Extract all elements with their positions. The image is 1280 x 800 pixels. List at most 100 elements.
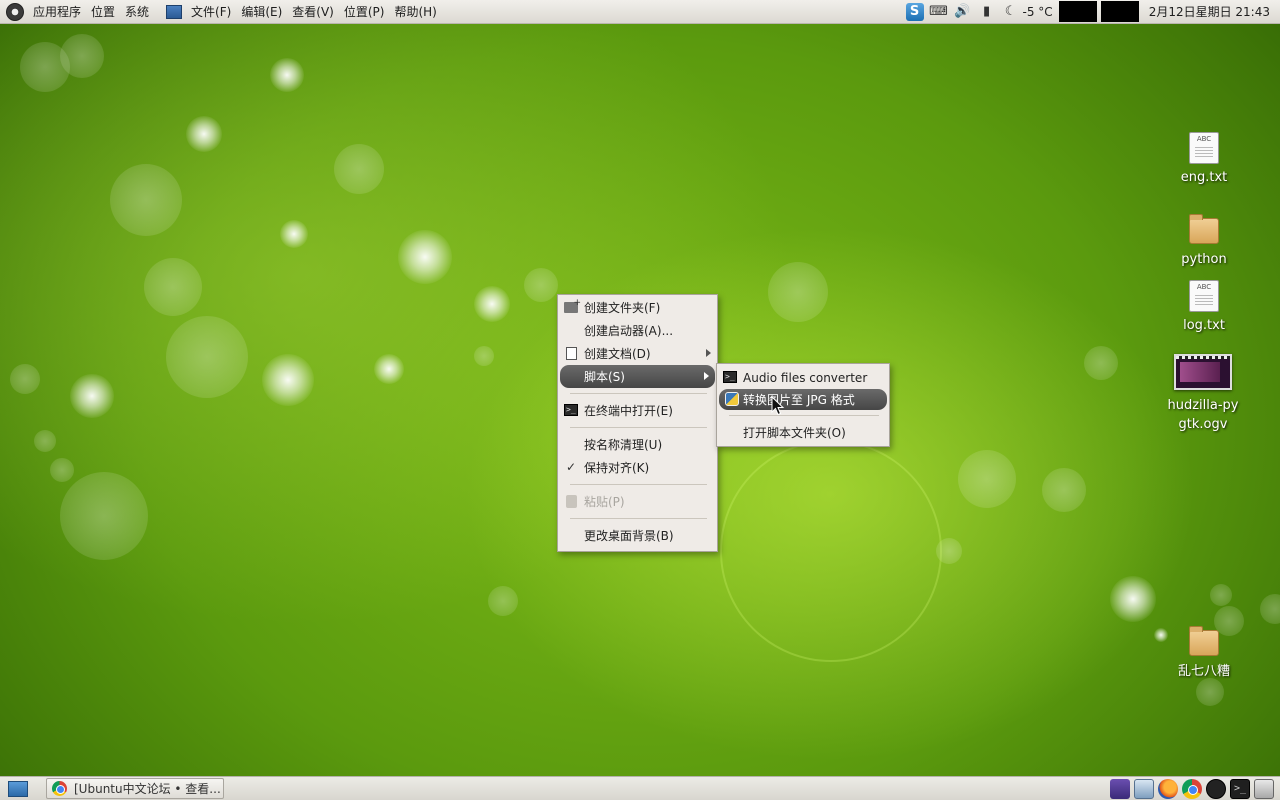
folder-icon	[1189, 214, 1219, 244]
bokeh-decoration	[50, 458, 74, 482]
menu-item-convert-to-jpg[interactable]: 转换图片至 JPG 格式	[719, 389, 887, 410]
bokeh-decoration	[1110, 576, 1156, 622]
scripts-submenu: >_ Audio files converter 转换图片至 JPG 格式 打开…	[716, 363, 890, 447]
menu-item-scripts[interactable]: 脚本(S)	[560, 365, 715, 388]
system-monitor-graph[interactable]	[1058, 1, 1097, 22]
desktop-icon-label: 乱七八糟	[1177, 664, 1230, 679]
nautilus-window-icon	[166, 4, 183, 19]
desktop-context-menu: 创建文件夹(F) 创建启动器(A)... 创建文档(D) 脚本(S) >_ 在终…	[557, 294, 718, 552]
menu-item-label: 更改桌面背景(B)	[584, 529, 674, 543]
bokeh-decoration	[1042, 468, 1086, 512]
desktop-icon-label: eng.txt	[1180, 170, 1228, 185]
paste-icon	[564, 494, 578, 508]
bokeh-decoration	[374, 354, 404, 384]
ubuntu-logo-icon[interactable]	[6, 2, 24, 21]
firefox-icon[interactable]	[1158, 778, 1178, 799]
bokeh-decoration	[768, 262, 828, 322]
menu-item-open-in-terminal[interactable]: >_ 在终端中打开(E)	[558, 399, 717, 422]
taskbar-window-title: [Ubuntu中文论坛 • 查看...	[74, 782, 221, 796]
app-launcher-icon[interactable]	[1110, 778, 1130, 799]
network-signal-icon[interactable]: ▮	[978, 3, 996, 21]
bokeh-decoration	[1196, 678, 1224, 706]
menu-file[interactable]: 文件(F)	[186, 0, 236, 24]
weather-temperature[interactable]: -5 °C	[1023, 0, 1057, 24]
menu-system[interactable]: 系统	[120, 0, 154, 24]
menu-separator	[729, 415, 879, 416]
desktop-icon-hudzilla-pygtk-ogv[interactable]: hudzilla-pygtk.ogv	[1158, 354, 1248, 434]
text-file-icon: ABC	[1189, 132, 1219, 164]
submenu-arrow-icon	[704, 372, 709, 380]
screenshot-launcher-icon[interactable]	[1134, 778, 1154, 799]
system-tray: S ⌨ 🔊 ▮ ☾ -5 °C 2月12日星期日 21:43	[903, 0, 1280, 24]
new-folder-icon	[564, 298, 581, 314]
system-monitor-graph[interactable]	[1100, 1, 1139, 22]
menu-separator	[570, 427, 707, 428]
video-file-icon	[1174, 354, 1232, 390]
menu-item-label: 创建文件夹(F)	[584, 301, 661, 315]
menu-help[interactable]: 帮助(H)	[389, 0, 441, 24]
moon-weather-icon[interactable]: ☾	[1002, 3, 1020, 21]
desktop-icon-label: hudzilla-pygtk.ogv	[1167, 398, 1239, 432]
bokeh-decoration	[60, 472, 148, 560]
checkmark-icon: ✓	[565, 460, 577, 474]
menu-item-audio-files-converter[interactable]: >_ Audio files converter	[717, 366, 889, 389]
desktop-icon-luanqibazao[interactable]: 乱七八糟	[1162, 626, 1246, 681]
bokeh-decoration	[10, 364, 40, 394]
launcher-area: >_	[1108, 778, 1280, 799]
bokeh-decoration	[1260, 594, 1280, 624]
menu-edit[interactable]: 编辑(E)	[236, 0, 287, 24]
chrome-launcher-icon[interactable]	[1182, 778, 1202, 799]
volume-icon[interactable]: 🔊	[954, 3, 972, 21]
menu-applications[interactable]: 应用程序	[28, 0, 86, 24]
menu-view[interactable]: 查看(V)	[287, 0, 339, 24]
menu-item-label: 打开脚本文件夹(O)	[743, 426, 846, 440]
app-launcher-icon[interactable]	[1206, 778, 1226, 799]
keyboard-icon[interactable]: ⌨	[929, 3, 948, 21]
bokeh-decoration	[262, 354, 314, 406]
bokeh-decoration	[720, 440, 942, 662]
menu-item-label: 创建启动器(A)...	[584, 324, 674, 338]
menu-item-label: 在终端中打开(E)	[584, 404, 673, 418]
submenu-arrow-icon	[706, 349, 711, 357]
desktop-icon-label: log.txt	[1183, 318, 1225, 333]
taskbar-window-button[interactable]: [Ubuntu中文论坛 • 查看...	[46, 778, 224, 799]
bokeh-decoration	[20, 42, 70, 92]
bokeh-decoration	[70, 374, 114, 418]
desktop-icon-python[interactable]: python	[1162, 214, 1246, 269]
desktop-icon-label: python	[1181, 252, 1227, 267]
chrome-icon	[52, 781, 67, 796]
menu-go[interactable]: 位置(P)	[339, 0, 390, 24]
show-desktop-icon[interactable]	[8, 780, 28, 797]
python-icon	[725, 392, 739, 406]
bokeh-decoration	[936, 538, 962, 564]
bokeh-decoration	[1084, 346, 1118, 380]
clock[interactable]: 2月12日星期日 21:43	[1141, 3, 1280, 20]
input-method-icon[interactable]: S	[905, 2, 924, 21]
menu-item-label: 粘贴(P)	[584, 495, 625, 509]
menu-item-create-document[interactable]: 创建文档(D)	[558, 342, 717, 365]
menu-item-create-folder[interactable]: 创建文件夹(F)	[558, 296, 717, 319]
menu-item-clean-up-by-name[interactable]: 按名称清理(U)	[558, 433, 717, 456]
menu-places[interactable]: 位置	[86, 0, 120, 24]
bokeh-decoration	[34, 430, 56, 452]
desktop-icon-log-txt[interactable]: ABC log.txt	[1162, 280, 1246, 335]
menu-item-label: 创建文档(D)	[584, 347, 651, 361]
desktop-icon-eng-txt[interactable]: ABC eng.txt	[1162, 132, 1246, 187]
bokeh-decoration	[334, 144, 384, 194]
menu-separator	[570, 393, 707, 394]
menu-item-paste: 粘贴(P)	[558, 490, 717, 513]
menu-item-change-background[interactable]: 更改桌面背景(B)	[558, 524, 717, 547]
bokeh-decoration	[474, 346, 494, 366]
menu-item-create-launcher[interactable]: 创建启动器(A)...	[558, 319, 717, 342]
trash-icon[interactable]	[1254, 778, 1274, 799]
menu-separator	[570, 484, 707, 485]
mouse-pointer-icon	[771, 396, 785, 416]
menu-item-label: 按名称清理(U)	[584, 438, 663, 452]
menu-item-open-scripts-folder[interactable]: 打开脚本文件夹(O)	[717, 421, 889, 444]
menu-item-keep-aligned[interactable]: ✓ 保持对齐(K)	[558, 456, 717, 479]
document-icon	[564, 346, 578, 360]
terminal-launcher-icon[interactable]: >_	[1230, 778, 1250, 799]
menu-item-label: Audio files converter	[743, 370, 868, 385]
menu-item-label: 脚本(S)	[584, 370, 625, 384]
text-file-icon: ABC	[1189, 280, 1219, 312]
